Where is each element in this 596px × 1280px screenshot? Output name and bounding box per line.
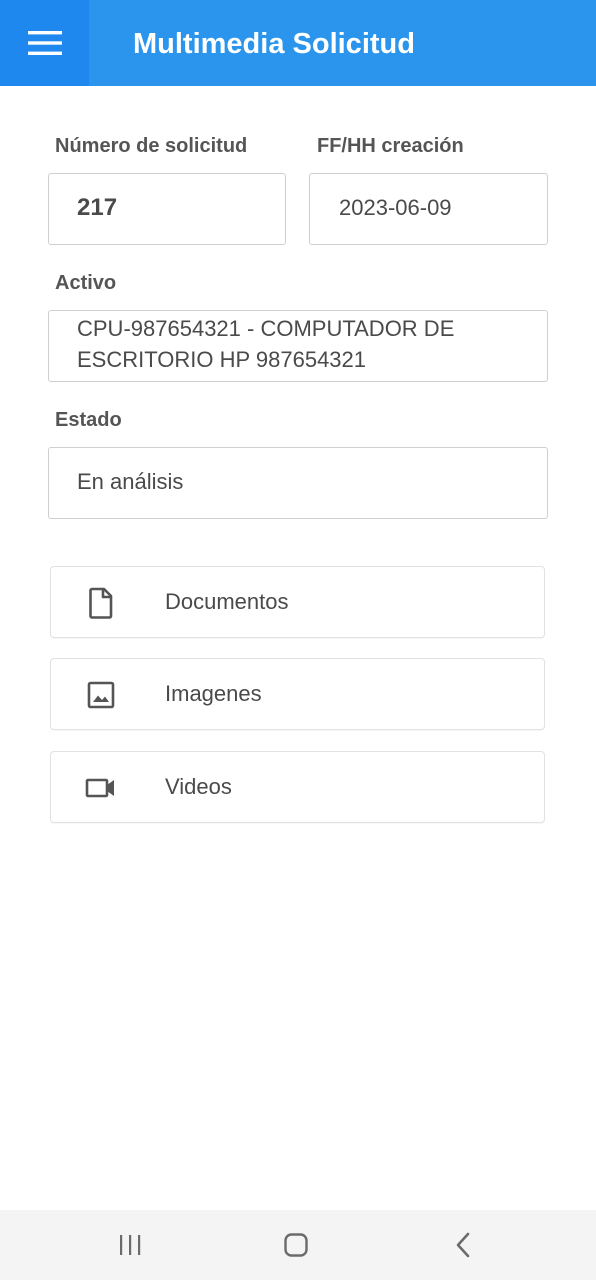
activo-field: CPU-987654321 - COMPUTADOR DE ESCRITORIO… xyxy=(48,310,548,382)
home-button[interactable] xyxy=(276,1228,316,1262)
videos-button[interactable]: Videos xyxy=(50,751,545,823)
numero-solicitud-value: 217 xyxy=(77,194,118,221)
videos-label: Videos xyxy=(165,774,232,799)
numero-solicitud-field: 217 xyxy=(48,173,286,245)
home-icon xyxy=(284,1233,308,1257)
activo-value-line1: CPU-987654321 - COMPUTADOR DE xyxy=(77,316,455,341)
app-bar: Multimedia Solicitud xyxy=(0,0,596,86)
activo-value-line2: ESCRITORIO HP 987654321 xyxy=(77,347,367,372)
fecha-creacion-label: FF/HH creación xyxy=(317,135,464,157)
recents-icon xyxy=(120,1235,141,1255)
activo-label: Activo xyxy=(55,272,117,294)
menu-button[interactable] xyxy=(0,0,89,86)
document-icon xyxy=(85,587,117,619)
recents-button[interactable] xyxy=(110,1228,150,1262)
estado-field: En análisis xyxy=(48,447,548,519)
video-camera-icon xyxy=(85,772,117,804)
estado-value: En análisis xyxy=(77,469,184,494)
documentos-label: Documentos xyxy=(165,589,289,614)
page-title: Multimedia Solicitud xyxy=(133,28,415,60)
fecha-creacion-field: 2023-06-09 xyxy=(309,173,548,245)
back-icon xyxy=(456,1232,470,1258)
hamburger-menu-icon xyxy=(27,31,62,55)
system-navigation-bar xyxy=(0,1210,596,1280)
estado-label: Estado xyxy=(55,409,122,431)
numero-solicitud-label: Número de solicitud xyxy=(55,135,248,157)
imagenes-label: Imagenes xyxy=(165,681,262,706)
image-icon xyxy=(85,679,117,711)
back-button[interactable] xyxy=(443,1228,483,1262)
fecha-creacion-value: 2023-06-09 xyxy=(339,195,452,220)
imagenes-button[interactable]: Imagenes xyxy=(50,658,545,730)
documentos-button[interactable]: Documentos xyxy=(50,566,545,638)
